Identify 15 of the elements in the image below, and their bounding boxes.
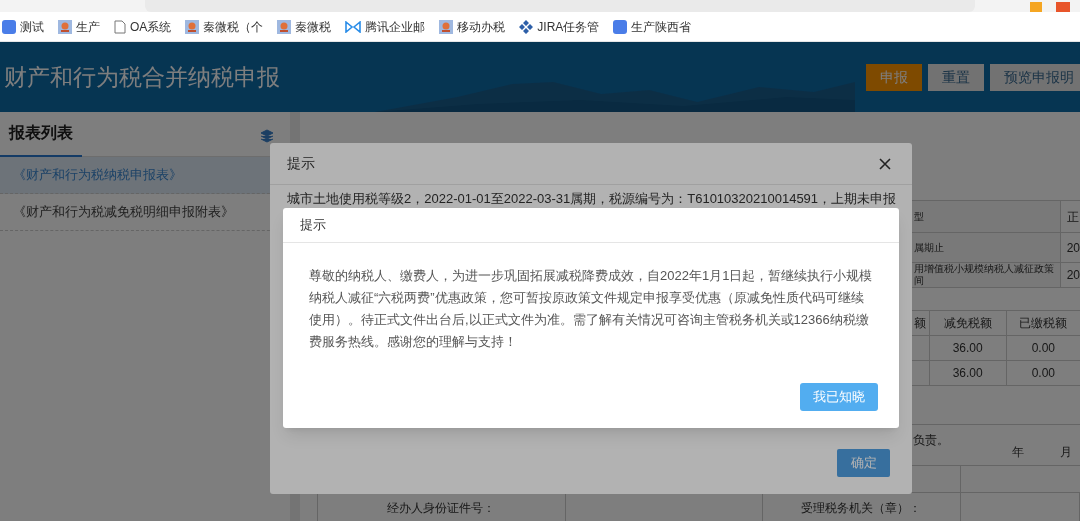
month-label: 月 <box>1059 444 1072 461</box>
table-cell: 0.00 <box>1005 336 1080 361</box>
page-title: 财产和行为税合并纳税申报 <box>4 62 280 92</box>
declaration-text: 负责。 <box>912 432 950 449</box>
column-header: 已缴税额 <box>1005 311 1080 336</box>
column-header: 减免税额 <box>928 311 1006 336</box>
dialog-title: 提示 <box>287 154 315 173</box>
value-cell: 20 <box>1059 233 1080 263</box>
value-cell: 20 <box>1059 263 1080 288</box>
value-cell: 正 <box>1059 201 1080 233</box>
table-cell: 0.00 <box>1005 361 1080 386</box>
table-cell: 36.00 <box>928 361 1006 386</box>
year-label: 年 <box>1011 444 1024 461</box>
table-cell: 36.00 <box>928 336 1006 361</box>
dialog-title: 提示 <box>300 216 326 235</box>
